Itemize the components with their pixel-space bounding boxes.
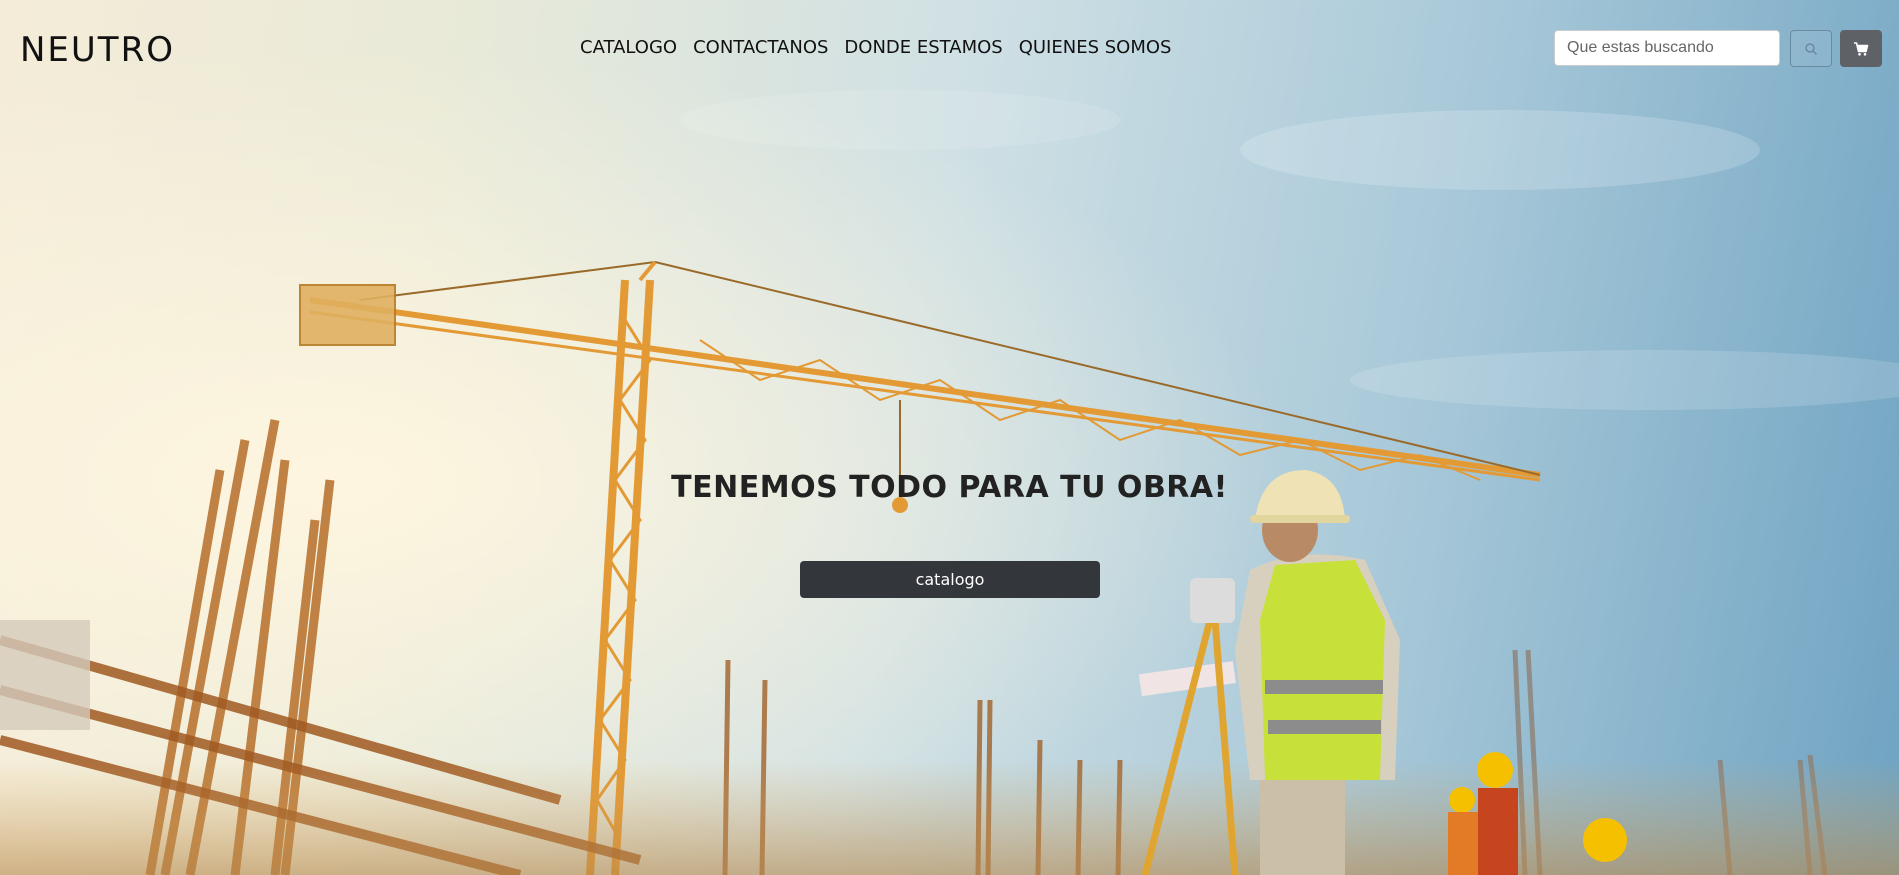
hero-title: TENEMOS TODO PARA TU OBRA! (671, 470, 1228, 505)
nav-item-contactanos[interactable]: CONTACTANOS (693, 37, 828, 58)
search-input[interactable] (1554, 30, 1780, 66)
nav-item-quienes-somos[interactable]: QUIENES SOMOS (1019, 37, 1172, 58)
cart-icon (1854, 41, 1869, 56)
search-icon (1805, 42, 1818, 55)
page: NEUTRO CATALOGO CONTACTANOS DONDE ESTAMO… (0, 0, 1899, 875)
catalogo-button[interactable]: catalogo (800, 561, 1100, 598)
nav-item-donde-estamos[interactable]: DONDE ESTAMOS (844, 37, 1002, 58)
main-nav: CATALOGO CONTACTANOS DONDE ESTAMOS QUIEN… (580, 37, 1171, 58)
hero-background-image (0, 0, 1899, 875)
logo[interactable]: NEUTRO (20, 30, 175, 70)
search-button[interactable] (1790, 30, 1832, 67)
cart-button[interactable] (1840, 30, 1882, 67)
nav-item-catalogo[interactable]: CATALOGO (580, 37, 677, 58)
